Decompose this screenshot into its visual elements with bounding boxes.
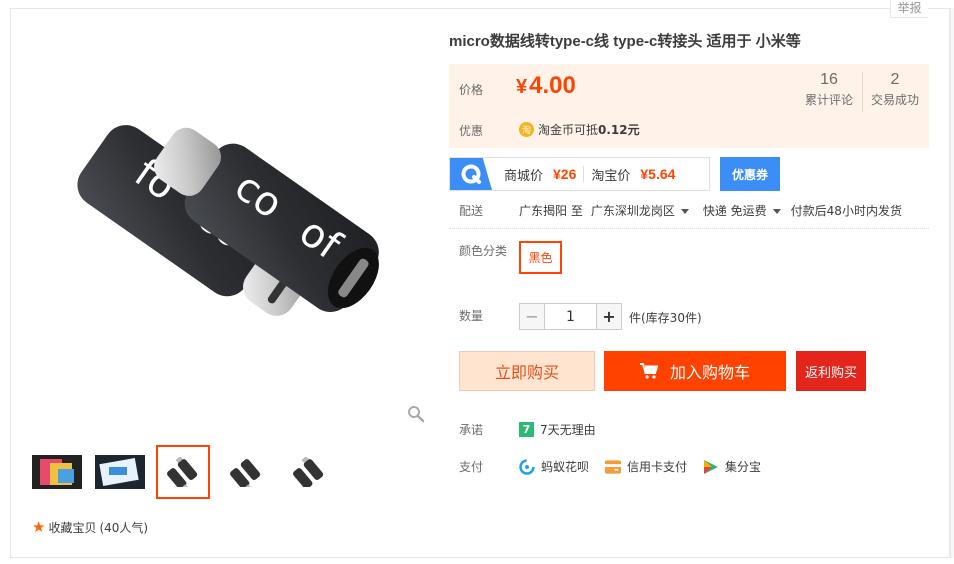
buy-now-button[interactable]: 立即购买 [459, 351, 595, 391]
side-scroll-edge [950, 8, 954, 558]
reviews-stat[interactable]: 16 累计评论 [801, 71, 857, 108]
delivery-from: 广东揭阳 至 [519, 204, 583, 218]
mall-price-label: 商城价 [504, 168, 544, 184]
product-title: micro数据线转type-c线 type-c转接头 适用于 小米等 [449, 33, 801, 50]
quantity-stepper: − + [519, 303, 622, 330]
deals-stat: 2 交易成功 [870, 71, 919, 107]
coupon-button[interactable]: 优惠券 [720, 157, 780, 191]
huabei-icon [519, 458, 535, 475]
quantity-row: 数量 − + 件(库存30件) [449, 303, 702, 330]
cart-icon [639, 363, 658, 379]
chevron-down-icon [680, 209, 689, 214]
payment-huabei[interactable]: 蚂蚁花呗 [519, 458, 589, 475]
quantity-increase-button[interactable]: + [596, 303, 622, 330]
collect-label: 收藏宝贝 [48, 521, 97, 535]
promise-label: 承诺 [459, 423, 484, 437]
price-value: ¥4.00 [516, 72, 576, 99]
sku-label: 颜色分类 [459, 244, 508, 258]
payment-row: 支付 蚂蚁花呗 信用卡支付 集分宝 [449, 458, 777, 475]
promise-row: 承诺 7 7天无理由 [449, 421, 596, 438]
compare-logo-icon [450, 158, 492, 190]
thumbnail-1[interactable] [30, 445, 84, 499]
stat-divider [862, 72, 863, 112]
add-to-cart-button[interactable]: 加入购物车 [604, 351, 786, 391]
collect-item[interactable]: ★ 收藏宝贝 (40人气) [32, 519, 148, 536]
report-link[interactable]: 举报 [890, 0, 928, 18]
price-compare-box[interactable]: 商城价 ¥26 淘宝价 ¥5.64 [449, 157, 710, 191]
promo-label: 优惠 [459, 124, 484, 138]
delivery-destination[interactable]: 广东深圳龙岗区 [591, 202, 689, 219]
main-product-image[interactable]: fo co co of [22, 20, 432, 430]
delivery-row: 配送 广东揭阳 至 广东深圳龙岗区 快递 免运费 付款后48小时内发货 [449, 202, 902, 219]
seven-day-return-icon: 7 [519, 422, 534, 437]
quantity-decrease-button[interactable]: − [519, 303, 545, 330]
divider [449, 228, 929, 229]
chevron-down-icon [772, 209, 781, 214]
taobao-price: ¥5.64 [640, 166, 676, 182]
quantity-label: 数量 [459, 309, 484, 323]
thumbnail-5[interactable] [282, 445, 336, 499]
thumbnail-strip [30, 445, 345, 499]
payment-label: 支付 [459, 460, 484, 474]
mall-price: ¥26 [553, 166, 577, 182]
compare-divider [583, 166, 585, 182]
payment-jifenbao[interactable]: 集分宝 [703, 458, 761, 475]
delivery-label: 配送 [459, 204, 484, 218]
jifenbao-icon [703, 459, 719, 475]
sku-row: 颜色分类 黑色 [449, 241, 562, 274]
dispatch-time: 付款后48小时内发货 [790, 204, 902, 218]
star-icon: ★ [32, 518, 46, 536]
coin-icon: 淘 [519, 122, 534, 137]
taojinbi-offer: 淘 淘金币可抵 0.12元 [519, 121, 640, 138]
taobao-price-label: 淘宝价 [591, 168, 631, 184]
price-compare-row: 商城价 ¥26 淘宝价 ¥5.64 优惠券 [449, 157, 780, 191]
zoom-icon[interactable] [406, 404, 426, 424]
credit-card-icon [605, 459, 622, 475]
payment-credit-card[interactable]: 信用卡支付 [605, 458, 687, 475]
promise-text[interactable]: 7天无理由 [540, 421, 596, 438]
sku-option-black[interactable]: 黑色 [519, 241, 562, 274]
price-label: 价格 [459, 83, 484, 97]
shipping-method[interactable]: 快递 免运费 [703, 202, 781, 219]
rebate-buy-button[interactable]: 返利购买 [796, 351, 866, 391]
thumbnail-4[interactable] [219, 445, 273, 499]
thumbnail-3[interactable] [156, 445, 210, 499]
stock-text: 件(库存30件) [629, 311, 702, 325]
collect-count: (40人气) [99, 521, 149, 535]
price-panel: 价格 ¥4.00 16 累计评论 2 交易成功 优惠 淘 淘金币可抵 0.12元 [449, 64, 929, 148]
thumbnail-2[interactable] [93, 445, 147, 499]
quantity-input[interactable] [545, 303, 596, 330]
